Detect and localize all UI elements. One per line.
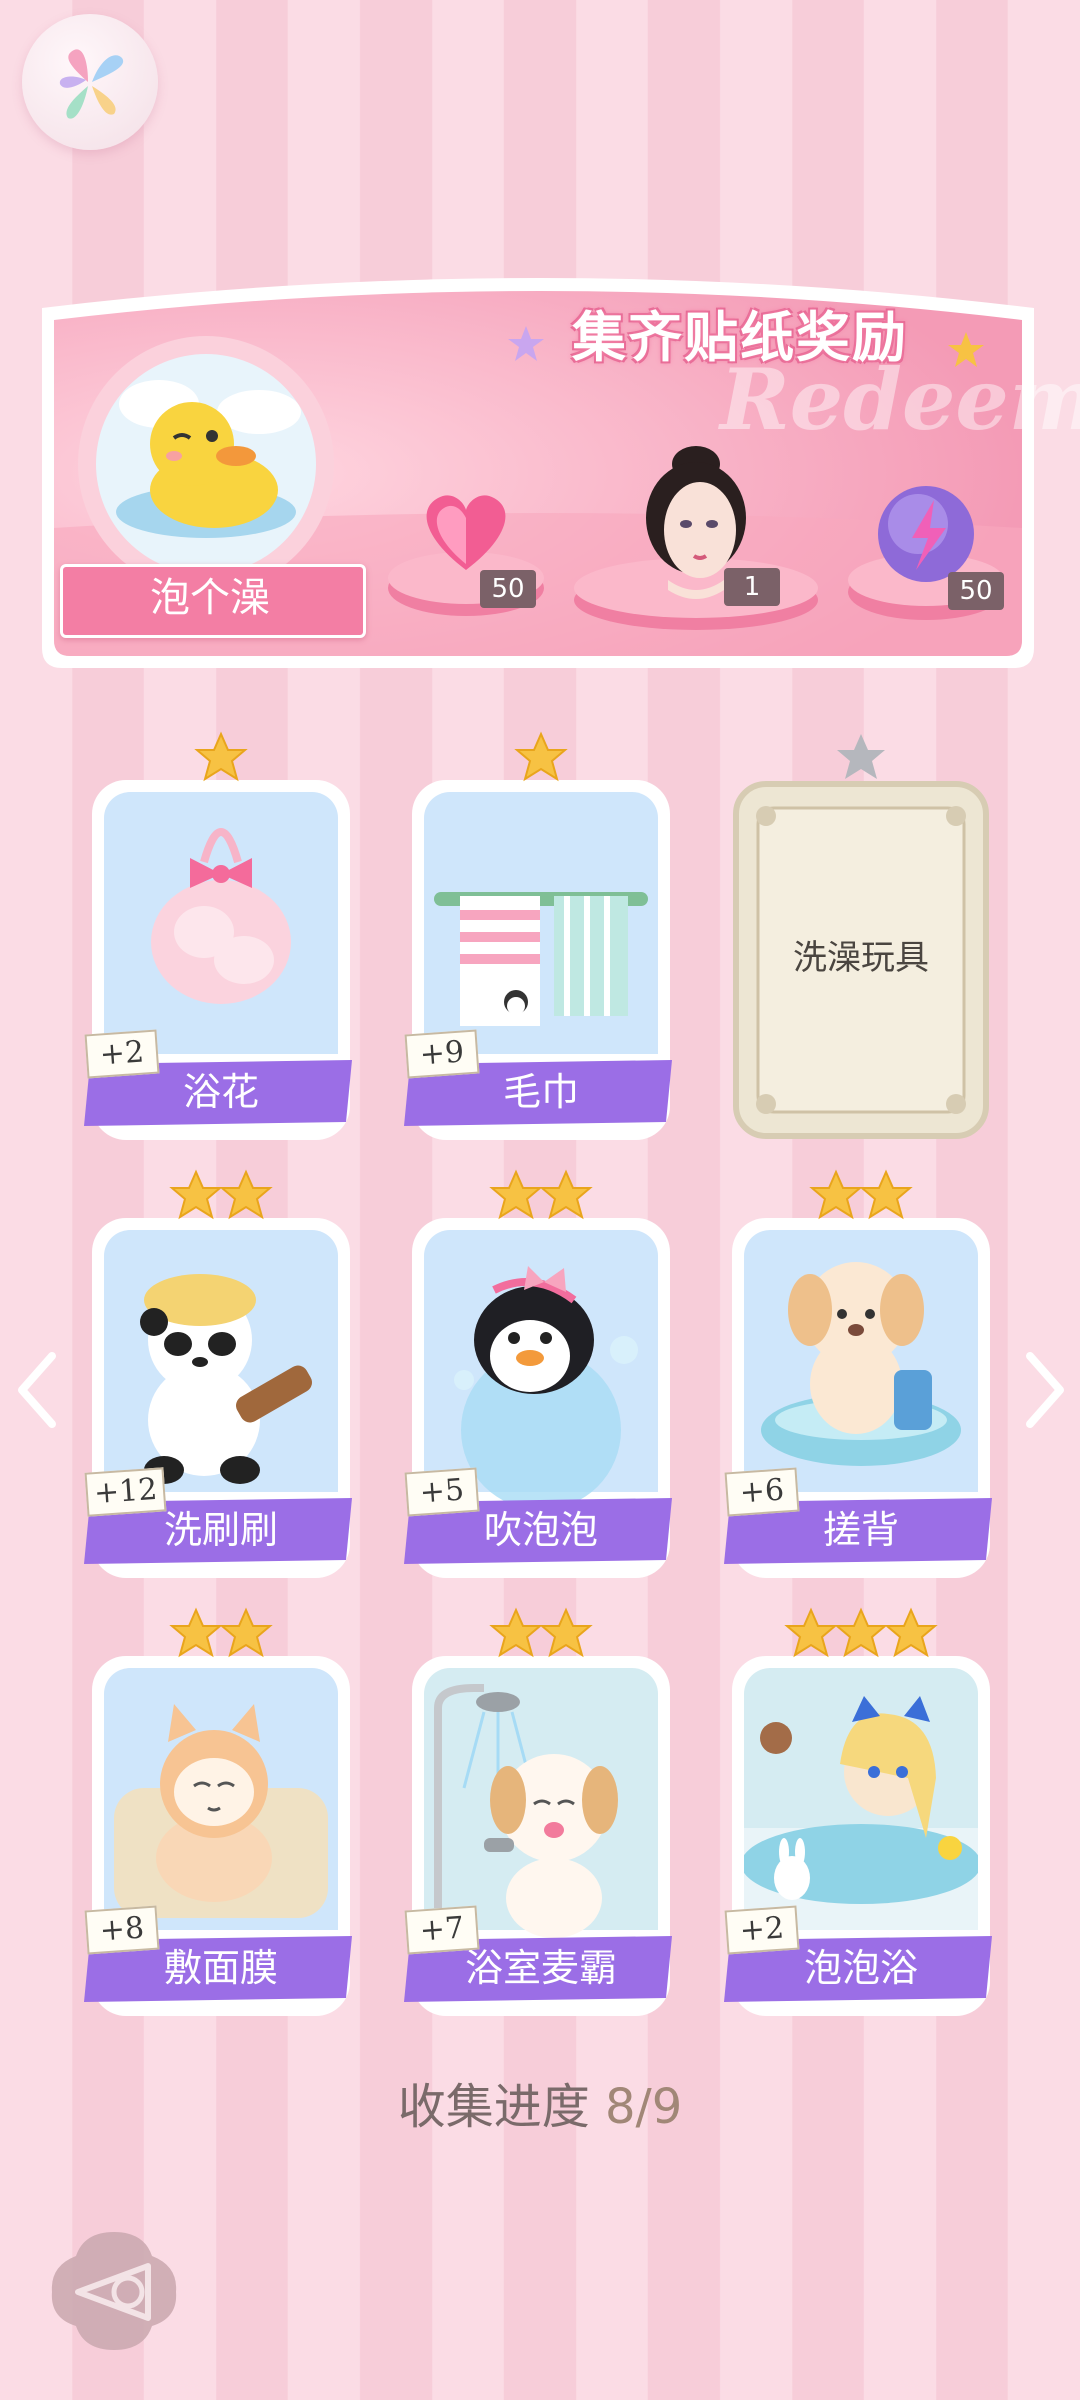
sticker-card[interactable]: 洗澡玩具 <box>732 734 990 1140</box>
rating-stars <box>514 731 568 782</box>
reward-item[interactable]: 50 <box>846 476 1006 622</box>
rating-stars <box>489 1607 593 1658</box>
back-button[interactable] <box>44 2226 184 2356</box>
rating-stars <box>194 731 248 782</box>
rubber-duck-icon <box>78 336 334 592</box>
rating-stars <box>169 1169 273 1220</box>
reward-count-badge: 1 <box>724 568 780 606</box>
card-count: +2 <box>724 1905 800 1955</box>
star-icon <box>859 1169 913 1220</box>
star-icon <box>194 731 248 782</box>
progress-value: 8/9 <box>605 2079 683 2135</box>
sticker-card[interactable]: 搓背 +6 <box>724 1169 992 1578</box>
star-icon <box>884 1607 938 1658</box>
card-count: +7 <box>404 1905 480 1955</box>
puppy-tub-icon <box>744 1230 978 1492</box>
dog-shower-singing-icon <box>424 1668 658 1938</box>
card-count: +12 <box>84 1467 167 1517</box>
star-icon <box>809 1169 863 1220</box>
collection-progress: 收集进度 8/9 <box>340 2072 740 2142</box>
rating-stars <box>809 1169 913 1220</box>
pinwheel-logo-icon <box>59 49 124 119</box>
bath-puff-icon <box>104 792 338 1054</box>
star-icon <box>834 1607 888 1658</box>
rating-stars <box>837 734 885 779</box>
sticker-card[interactable]: 泡泡浴 +2 <box>724 1607 992 2016</box>
star-icon <box>219 1607 273 1658</box>
star-icon <box>514 731 568 782</box>
star-icon <box>539 1607 593 1658</box>
sticker-card[interactable]: 敷面膜 +8 <box>84 1607 352 2016</box>
back-arrow-icon <box>51 2232 177 2350</box>
app-logo[interactable] <box>22 14 158 150</box>
star-icon <box>489 1607 543 1658</box>
card-count: +6 <box>724 1467 800 1517</box>
reward-item[interactable]: 1 <box>572 440 820 630</box>
star-icon <box>837 734 885 779</box>
card-count: +2 <box>84 1029 160 1079</box>
star-icon <box>489 1169 543 1220</box>
reward-count-badge: 50 <box>948 572 1004 610</box>
rating-stars <box>489 1169 593 1220</box>
sticker-card[interactable]: 吹泡泡 +5 <box>404 1169 672 1578</box>
panda-scrub-icon <box>104 1230 338 1492</box>
reward-count-badge: 50 <box>480 570 536 608</box>
girl-bubble-bath-icon <box>744 1668 978 1930</box>
character-portrait-icon <box>574 446 818 630</box>
rating-stars <box>169 1607 273 1658</box>
towel-icon <box>424 792 658 1054</box>
card-count: +9 <box>404 1029 480 1079</box>
star-icon <box>539 1169 593 1220</box>
chevron-left-icon[interactable] <box>14 1350 60 1430</box>
banner-deco-text: Redeem <box>720 350 1080 449</box>
chevron-right-icon[interactable] <box>1022 1350 1068 1430</box>
star-icon <box>219 1169 273 1220</box>
sticker-card[interactable]: 洗刷刷 +12 <box>84 1169 352 1578</box>
card-count: +8 <box>84 1905 160 1955</box>
star-icon <box>784 1607 838 1658</box>
sticker-card[interactable]: 浴室麦霸 +7 <box>404 1607 672 2016</box>
reward-item[interactable]: 50 <box>386 470 546 620</box>
cat-face-mask-icon <box>104 1668 338 1930</box>
card-count: +5 <box>404 1467 480 1517</box>
progress-label: 收集进度 <box>397 2079 590 2135</box>
star-icon <box>169 1607 223 1658</box>
sticker-card[interactable]: 毛巾 +9 <box>404 731 672 1140</box>
card-label: 洗澡玩具 <box>793 938 929 978</box>
sticker-card[interactable]: 浴花 +2 <box>84 731 352 1140</box>
rating-stars <box>784 1607 938 1658</box>
star-icon <box>169 1169 223 1220</box>
theme-label: 泡个澡 <box>150 575 270 621</box>
theme-medallion <box>64 334 348 594</box>
